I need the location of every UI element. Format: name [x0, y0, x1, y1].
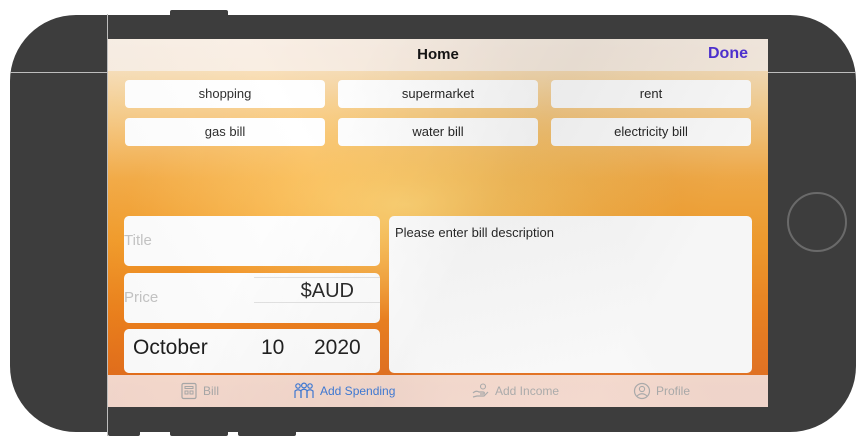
tab-add-income[interactable]: Add Income: [470, 382, 559, 400]
profile-icon: [633, 382, 651, 400]
tab-add-spending[interactable]: Add Spending: [293, 382, 395, 400]
date-picker[interactable]: October 10 2020: [124, 329, 380, 373]
category-button-electricity-bill[interactable]: electricity bill: [551, 118, 751, 146]
frame-guide-right: [768, 72, 856, 73]
title-placeholder: Title: [124, 232, 152, 249]
currency-label: $AUD: [254, 277, 380, 303]
done-button[interactable]: Done: [708, 45, 748, 63]
date-day[interactable]: 10: [261, 336, 284, 360]
description-text: Please enter bill description: [395, 225, 554, 240]
side-button-bottom-2: [170, 430, 228, 436]
date-year[interactable]: 2020: [314, 336, 361, 360]
category-button-water-bill[interactable]: water bill: [338, 118, 538, 146]
tab-add-spending-label: Add Spending: [320, 384, 396, 398]
category-button-supermarket[interactable]: supermarket: [338, 80, 538, 108]
app-screen: Home Done shopping supermarket rent gas …: [108, 39, 768, 407]
category-button-rent[interactable]: rent: [551, 80, 751, 108]
frame-guide-top: [10, 72, 108, 73]
tab-add-income-label: Add Income: [495, 384, 560, 398]
add-spending-icon: [294, 382, 314, 398]
side-button-bottom-3: [238, 430, 296, 436]
date-month[interactable]: October: [133, 336, 208, 360]
tab-profile[interactable]: Profile: [633, 382, 690, 400]
tab-bill-label: Bill: [203, 384, 220, 398]
tab-bill[interactable]: Bill: [180, 382, 219, 400]
side-button-bottom-1: [108, 430, 140, 436]
home-button[interactable]: [787, 192, 847, 252]
add-income-icon: [472, 383, 489, 398]
price-input[interactable]: Price $AUD: [124, 273, 380, 323]
price-placeholder: Price: [124, 289, 159, 306]
category-button-shopping[interactable]: shopping: [125, 80, 325, 108]
title-input[interactable]: Title: [124, 216, 380, 266]
navigation-bar: Home Done: [108, 39, 768, 71]
tab-bar: Bill Add Spending Add Income Profile: [108, 375, 768, 407]
category-button-gas-bill[interactable]: gas bill: [125, 118, 325, 146]
bill-icon: [181, 382, 197, 400]
description-textarea[interactable]: Please enter bill description: [389, 216, 752, 373]
volume-button: [170, 10, 228, 17]
page-title: Home: [417, 46, 459, 63]
tab-profile-label: Profile: [656, 384, 691, 398]
